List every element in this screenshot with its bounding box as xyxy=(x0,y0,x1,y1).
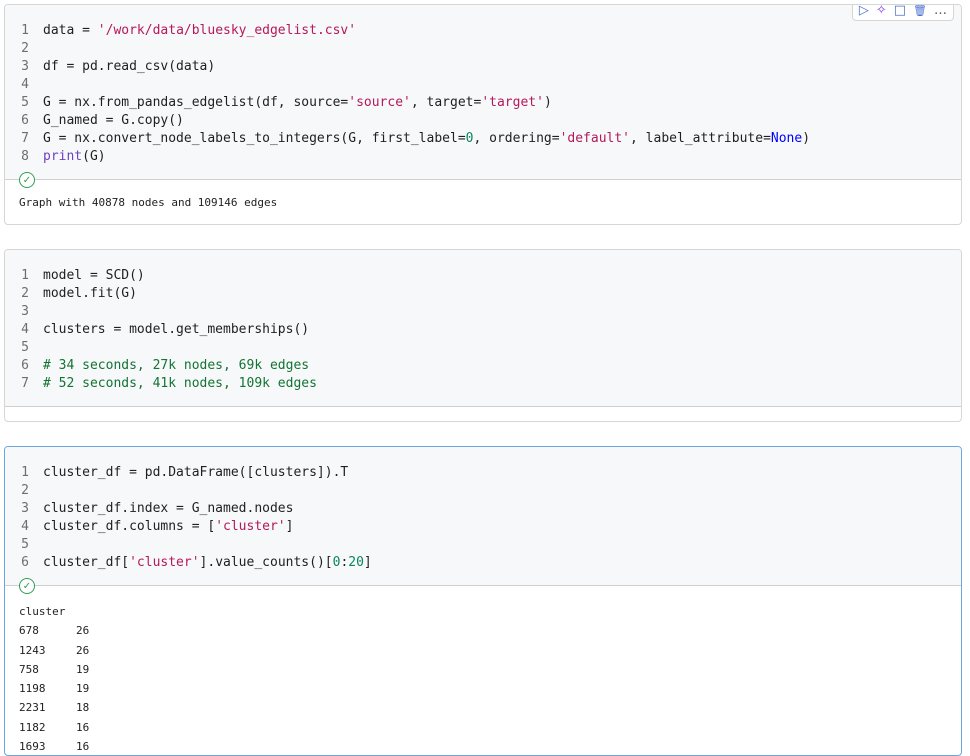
code-line: 2 xyxy=(21,483,29,498)
code-cell-2[interactable]: 1 model = SCD() 2 model.fit(G) 3 4 clusters… xyxy=(4,249,962,422)
code-editor[interactable]: 1 cluster_df = pd.DataFrame([clusters]).T… xyxy=(5,447,961,585)
code-line: 8 print(G) xyxy=(21,149,106,164)
code-line: 6 G_named = G.copy() xyxy=(21,113,184,128)
cell-output: Graph with 40878 nodes and 109146 edges xyxy=(19,196,278,209)
code-text: cluster_df.columns = ['cluster'] xyxy=(43,519,294,534)
code-text: cluster_df['cluster'].value_counts()[0:2… xyxy=(43,555,372,570)
code-line: 4 cluster_df.columns = ['cluster'] xyxy=(21,519,294,534)
ai-sparkle-icon[interactable]: ✧ xyxy=(876,5,887,18)
output-divider xyxy=(5,406,961,407)
code-cell-1[interactable]: 1 data = '/work/data/bluesky_edgelist.csv… xyxy=(4,4,962,225)
code-comment: # 52 seconds, 41k nodes, 109k edges xyxy=(43,376,317,391)
output-divider: ✓ xyxy=(5,172,961,188)
more-options-icon[interactable]: … xyxy=(934,5,947,18)
code-line: 5 xyxy=(21,537,29,552)
output-header: cluster xyxy=(19,605,66,618)
code-text: G = nx.convert_node_labels_to_integers(G… xyxy=(43,131,811,146)
code-text: G = nx.from_pandas_edgelist(df, source='… xyxy=(43,95,552,110)
code-text: df = pd.read_csv(data) xyxy=(43,59,216,74)
code-text: clusters = model.get_memberships() xyxy=(43,322,310,337)
output-row: 1693 16 xyxy=(19,740,90,754)
run-icon[interactable]: ▷ xyxy=(859,5,869,18)
code-line: 4 xyxy=(21,77,29,92)
cell-toolbar: ▷ ✧ □ 🗑 … xyxy=(851,5,954,21)
code-line: 2 model.fit(G) xyxy=(21,286,137,301)
code-line: 2 xyxy=(21,41,29,56)
success-check-icon: ✓ xyxy=(19,578,35,594)
code-text: cluster_df.index = G_named.nodes xyxy=(43,501,294,516)
code-line: 3 cluster_df.index = G_named.nodes xyxy=(21,501,294,516)
code-line: 7 # 52 seconds, 41k nodes, 109k edges xyxy=(21,376,317,391)
comment-icon[interactable]: □ xyxy=(894,5,906,18)
output-row: 1182 16 xyxy=(19,720,90,734)
output-row: 758 19 xyxy=(19,662,90,676)
output-row: 678 26 xyxy=(19,624,90,638)
code-line: 1 cluster_df = pd.DataFrame([clusters]).T xyxy=(21,465,349,480)
code-line: 6 # 34 seconds, 27k nodes, 69k edges xyxy=(21,358,310,373)
cell-output: cluster 678 26 1243 26 758 19 1198 19 2231 18… xyxy=(5,586,961,755)
code-text: G_named = G.copy() xyxy=(43,113,184,128)
code-cell-3[interactable]: 1 cluster_df = pd.DataFrame([clusters]).T… xyxy=(4,446,962,756)
code-text: print(G) xyxy=(43,149,106,164)
success-check-icon: ✓ xyxy=(19,172,35,188)
code-line: 1 data = '/work/data/bluesky_edgelist.csv… xyxy=(21,23,357,38)
code-line: 1 model = SCD() xyxy=(21,268,145,283)
code-text: data = '/work/data/bluesky_edgelist.csv' xyxy=(43,23,357,38)
code-line: 7G = nx.convert_node_labels_to_integers(… xyxy=(21,131,811,146)
code-line: 4 clusters = model.get_memberships() xyxy=(21,322,310,337)
code-editor[interactable]: 1 model = SCD() 2 model.fit(G) 3 4 clusters… xyxy=(5,250,961,406)
output-row: 2231 18 xyxy=(19,701,90,715)
code-text: model.fit(G) xyxy=(43,286,137,301)
output-divider: ✓ xyxy=(5,578,961,594)
code-comment: # 34 seconds, 27k nodes, 69k edges xyxy=(43,358,310,373)
code-line: 5G = nx.from_pandas_edgelist(df, source=… xyxy=(21,95,552,110)
code-line: 3 xyxy=(21,304,29,319)
output-row: 1243 26 xyxy=(19,643,90,657)
code-line: 5 xyxy=(21,340,29,355)
code-line: 3 df = pd.read_csv(data) xyxy=(21,59,216,74)
code-line: 6 cluster_df['cluster'].value_counts()[0:… xyxy=(21,555,372,570)
delete-icon[interactable]: 🗑 xyxy=(913,5,927,17)
code-text: model = SCD() xyxy=(43,268,145,283)
code-text: cluster_df = pd.DataFrame([clusters]).T xyxy=(43,465,349,480)
output-row: 1198 19 xyxy=(19,682,90,696)
code-editor[interactable]: 1 data = '/work/data/bluesky_edgelist.csv… xyxy=(5,5,961,179)
